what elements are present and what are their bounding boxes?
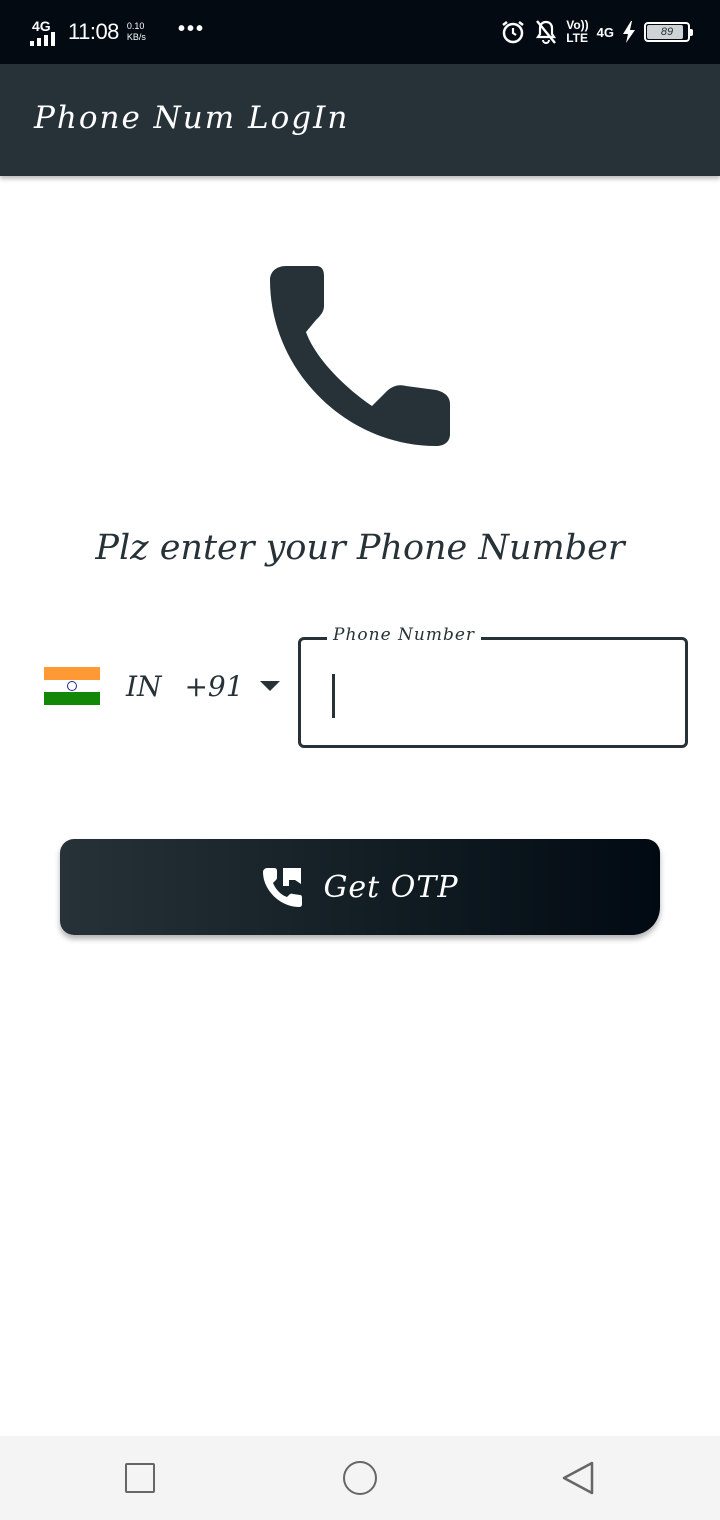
country-code: IN +91: [126, 670, 244, 703]
alarm-icon: [502, 21, 524, 44]
phone-callback-icon: [263, 868, 303, 907]
network-type-right: 4G: [596, 24, 614, 40]
signal-icon: 4G: [30, 18, 60, 46]
battery-level: 89: [660, 26, 674, 38]
home-icon[interactable]: [343, 1461, 377, 1495]
get-otp-label: Get OTP: [323, 869, 459, 905]
status-right: Vo)) LTE 4G 89: [500, 16, 693, 48]
phone-number-label: Phone Number: [327, 625, 482, 645]
get-otp-button[interactable]: Get OTP: [60, 839, 660, 935]
india-flag-icon: [44, 667, 100, 706]
phone-number-input[interactable]: [331, 674, 671, 718]
mute-bell-icon: [536, 20, 557, 44]
status-left: 4G 11:08 0.10 KB/s •••: [30, 14, 205, 50]
clock: 11:08: [68, 19, 119, 44]
dropdown-caret-icon: [259, 681, 280, 691]
country-code-picker[interactable]: IN +91: [44, 660, 280, 712]
navigation-bar: [0, 1436, 720, 1520]
phone-icon: [270, 266, 450, 446]
network-type: 4G: [32, 18, 51, 34]
phone-number-field[interactable]: Phone Number: [298, 625, 688, 748]
volte-bottom: LTE: [566, 31, 588, 45]
prompt-text: Plz enter your Phone Number: [95, 528, 625, 568]
charging-icon: [623, 21, 635, 43]
dial-code: +91: [184, 669, 244, 703]
text-cursor: [332, 674, 335, 718]
country-iso: IN: [126, 669, 162, 703]
speed-unit: KB/s: [126, 32, 146, 42]
network-speed: 0.10 KB/s: [127, 21, 146, 43]
recents-icon[interactable]: [125, 1463, 155, 1493]
back-icon[interactable]: [560, 1460, 596, 1496]
battery-icon: 89: [644, 22, 693, 42]
more-notifications-icon: •••: [177, 17, 205, 40]
volte-indicator: Vo)) LTE: [566, 19, 588, 45]
speed-value: 0.10: [126, 21, 145, 31]
app-bar: Phone Num LogIn: [0, 64, 720, 176]
page-title: Phone Num LogIn: [34, 100, 350, 136]
status-bar: 4G 11:08 0.10 KB/s ••• Vo)) LTE 4G 89: [0, 0, 720, 64]
